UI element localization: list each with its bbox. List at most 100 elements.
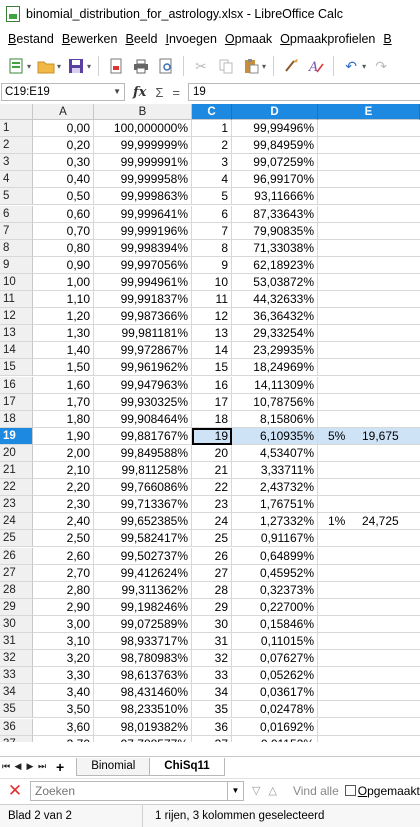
cell-b[interactable]: 98,780983% [94, 650, 192, 668]
row-header[interactable]: 34 [0, 684, 33, 702]
cell-c[interactable]: 15 [192, 359, 232, 377]
row-header[interactable]: 17 [0, 393, 33, 411]
spreadsheet-grid[interactable]: A B C D E 1 0,00 100,000000% 1 99,99496% 2 0,20 99,9… [0, 104, 420, 742]
cell-a[interactable]: 1,10 [33, 291, 94, 309]
row-header[interactable]: 13 [0, 325, 33, 343]
clone-formatting-icon[interactable] [281, 56, 301, 76]
formula-input[interactable]: 19 [187, 83, 420, 101]
cell-c[interactable]: 26 [192, 547, 232, 565]
cell-e[interactable] [318, 445, 420, 462]
cell-a[interactable]: 3,70 [33, 735, 94, 742]
new-icon[interactable] [6, 56, 26, 76]
cell-a[interactable]: 1,40 [33, 342, 94, 360]
cell-c[interactable]: 20 [192, 444, 232, 462]
row-header[interactable]: 29 [0, 598, 33, 616]
cell-d[interactable]: 0,64899% [232, 547, 318, 565]
cell-e[interactable] [318, 496, 420, 514]
cell-d[interactable]: 0,01152% [232, 735, 318, 742]
cell-a[interactable]: 2,30 [33, 496, 94, 514]
cell-b[interactable]: 99,072589% [94, 615, 192, 633]
cell-a[interactable]: 0,80 [33, 239, 94, 257]
cell-d[interactable]: 4,53407% [232, 444, 318, 462]
cell-e[interactable] [318, 582, 420, 599]
save-dropdown-icon[interactable]: ▾ [87, 62, 91, 71]
cell-b[interactable]: 98,933717% [94, 633, 192, 651]
cell-d[interactable]: 0,15846% [232, 615, 318, 633]
paste-icon[interactable] [241, 56, 261, 76]
cell-c[interactable]: 25 [192, 530, 232, 548]
cell-c[interactable]: 2 [192, 137, 232, 155]
cell-c[interactable]: 4 [192, 171, 232, 189]
menu-opmaakprofielen[interactable]: Opmaakprofielen [278, 32, 381, 46]
cell-c[interactable]: 36 [192, 718, 232, 736]
cell-a[interactable]: 0,40 [33, 171, 94, 189]
cell-a[interactable]: 3,40 [33, 684, 94, 702]
cell-d[interactable]: 0,32373% [232, 581, 318, 599]
cell-c[interactable]: 3 [192, 154, 232, 172]
cell-e[interactable] [318, 565, 420, 582]
cell-e[interactable] [318, 188, 420, 206]
cell-c[interactable]: 28 [192, 581, 232, 599]
chevron-down-icon[interactable]: ▼ [228, 780, 244, 801]
cell-a[interactable]: 3,30 [33, 667, 94, 685]
cell-b[interactable]: 99,999999% [94, 137, 192, 155]
cell-b[interactable]: 99,849588% [94, 444, 192, 462]
row-header[interactable]: 21 [0, 462, 33, 480]
column-header-d[interactable]: D [232, 104, 318, 120]
cell-d[interactable]: 0,11015% [232, 633, 318, 651]
equals-icon[interactable]: = [172, 85, 180, 100]
cell-d[interactable]: 99,84959% [232, 137, 318, 155]
cell-e[interactable] [318, 154, 420, 172]
row-header[interactable]: 3 [0, 154, 33, 172]
cell-a[interactable]: 2,10 [33, 462, 94, 480]
cell-c[interactable]: 34 [192, 684, 232, 702]
cell-b[interactable]: 99,991837% [94, 291, 192, 309]
cell-e[interactable] [318, 719, 420, 736]
row-header[interactable]: 5 [0, 188, 33, 206]
name-box[interactable]: C19:E19 ▼ [1, 83, 125, 101]
tab-chisq11[interactable]: ChiSq11 [149, 757, 225, 776]
cell-d[interactable]: 1,27332% [232, 513, 318, 531]
cell-d[interactable]: 29,33254% [232, 325, 318, 343]
column-header-a[interactable]: A [33, 104, 94, 120]
cell-e[interactable] [318, 240, 420, 257]
cell-a[interactable]: 3,00 [33, 615, 94, 633]
menu-bewerken[interactable]: Bewerken [60, 32, 124, 46]
paste-dropdown-icon[interactable]: ▾ [262, 62, 266, 71]
cell-a[interactable]: 2,50 [33, 530, 94, 548]
new-dropdown-icon[interactable]: ▾ [27, 62, 31, 71]
row-header[interactable]: 2 [0, 137, 33, 155]
row-header[interactable]: 27 [0, 564, 33, 582]
row-header[interactable]: 19 [0, 427, 33, 445]
cell-e[interactable] [318, 479, 420, 497]
cell-d[interactable]: 44,32633% [232, 291, 318, 309]
prev-sheet-icon[interactable]: ◀ [12, 761, 24, 772]
cell-c[interactable]: 14 [192, 342, 232, 360]
cell-b[interactable]: 99,999991% [94, 154, 192, 172]
row-header[interactable]: 1 [0, 120, 33, 138]
cut-icon[interactable]: ✂ [191, 56, 211, 76]
cell-a[interactable]: 3,20 [33, 650, 94, 668]
cell-e[interactable] [318, 274, 420, 291]
cell-e[interactable] [318, 394, 420, 411]
cell-c[interactable]: 11 [192, 291, 232, 309]
cell-a[interactable]: 3,50 [33, 701, 94, 719]
cell-b[interactable]: 99,999641% [94, 205, 192, 223]
row-header[interactable]: 7 [0, 222, 33, 240]
cell-d[interactable]: 8,15806% [232, 410, 318, 428]
row-header[interactable]: 14 [0, 342, 33, 360]
cell-a[interactable]: 1,30 [33, 325, 94, 343]
cell-c[interactable]: 21 [192, 462, 232, 480]
chevron-down-icon[interactable]: ▼ [113, 87, 121, 96]
undo-dropdown-icon[interactable]: ▾ [362, 62, 366, 71]
cell-e[interactable] [318, 616, 420, 633]
cell-e[interactable] [318, 171, 420, 189]
row-header[interactable]: 9 [0, 256, 33, 274]
cell-b[interactable]: 99,987366% [94, 308, 192, 326]
cell-a[interactable]: 1,90 [33, 427, 94, 445]
cell-a[interactable]: 3,10 [33, 633, 94, 651]
cell-a[interactable]: 2,40 [33, 513, 94, 531]
cell-b[interactable]: 99,999958% [94, 171, 192, 189]
export-pdf-icon[interactable] [106, 56, 126, 76]
cell-c[interactable]: 31 [192, 633, 232, 651]
